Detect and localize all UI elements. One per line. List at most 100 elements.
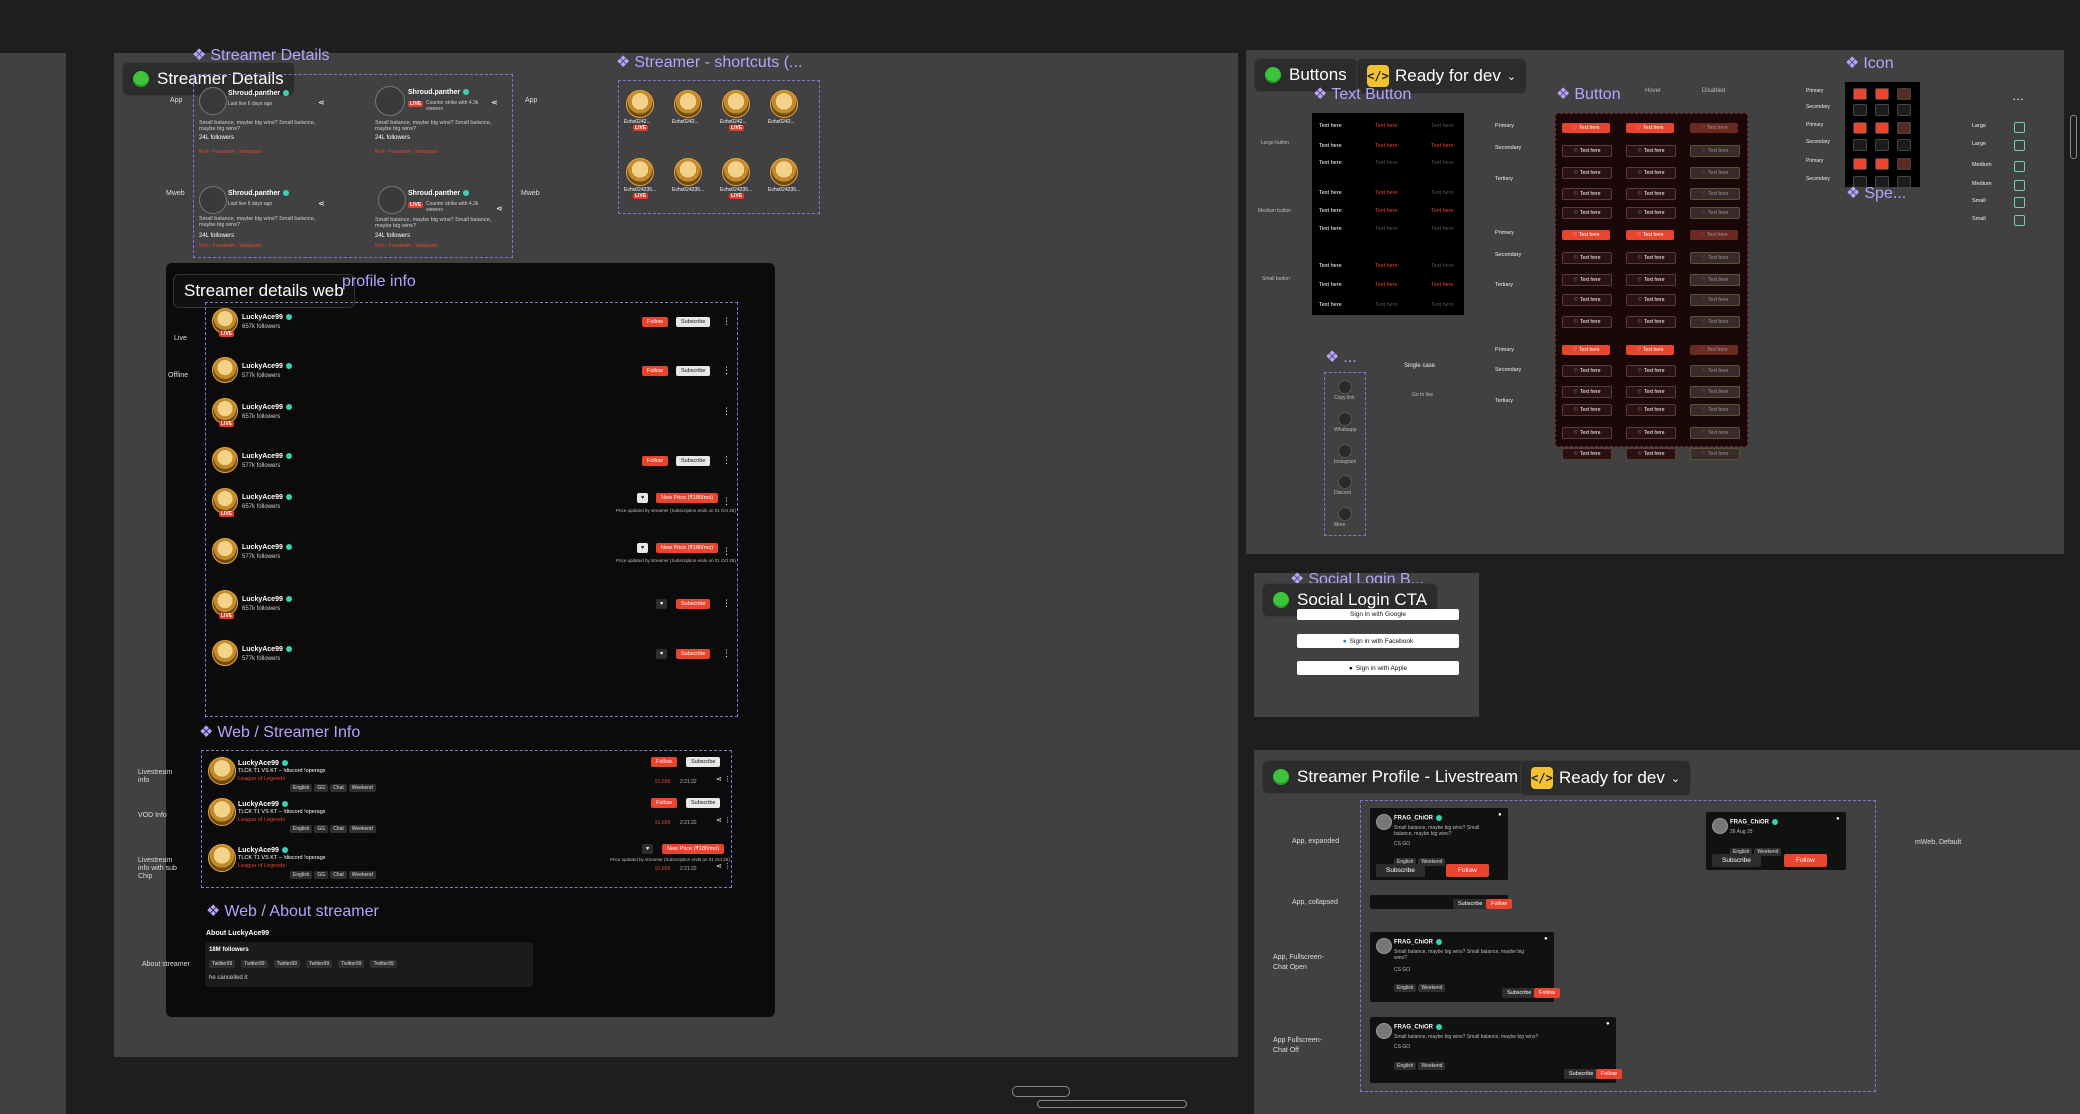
text-button[interactable]: Text here [1375, 143, 1398, 149]
more-options-icon[interactable]: ⋮ [722, 497, 731, 506]
text-button[interactable]: Text here [1375, 190, 1398, 196]
close-icon[interactable]: ● [1836, 816, 1840, 822]
text-button[interactable]: Text here [1319, 208, 1342, 214]
avatar[interactable] [208, 798, 236, 826]
button-variant[interactable]: ♡ Text here [1562, 386, 1612, 398]
horizontal-scrollbar[interactable] [1012, 1086, 1070, 1097]
heart-button[interactable]: ♥ [637, 543, 649, 553]
heart-icon-button[interactable] [1853, 139, 1867, 151]
button-variant[interactable]: ♡ Text here [1562, 230, 1610, 240]
share-copy-link-icon[interactable] [1338, 380, 1352, 394]
more-options-icon[interactable]: ⋮ [722, 456, 731, 465]
follow-button[interactable]: Follow [651, 798, 677, 808]
speaker-icon[interactable] [2014, 161, 2025, 172]
avatar[interactable] [199, 186, 227, 214]
sign-in-google-button[interactable]: Sign in with Google [1297, 609, 1459, 620]
shortcut-avatar[interactable] [722, 158, 750, 186]
button-variant[interactable]: ♡ Text here [1562, 448, 1612, 460]
new-price-button[interactable]: New Price (₹180/mo) [656, 493, 719, 503]
heart-icon-button[interactable] [1853, 122, 1867, 134]
speaker-icon[interactable] [2014, 122, 2025, 133]
text-button[interactable]: Text here [1319, 226, 1342, 232]
subscribe-button[interactable]: Subscribe [1502, 988, 1537, 998]
subscribe-button[interactable]: Subscribe [686, 757, 721, 767]
social-link[interactable]: Twitter99 [209, 960, 236, 968]
avatar[interactable] [1712, 818, 1728, 834]
heart-icon-button[interactable] [1875, 104, 1889, 116]
heart-icon-button[interactable] [1853, 158, 1867, 170]
button-variant[interactable]: ♡ Text here [1562, 274, 1612, 286]
follow-button[interactable]: Follow [1534, 988, 1560, 998]
button-variant[interactable]: ♡ Text here [1626, 207, 1676, 219]
new-price-button[interactable]: New Price (₹180/mo) [656, 543, 719, 553]
subscribe-button[interactable]: Subscribe [686, 798, 721, 808]
button-variant[interactable]: ♡ Text here [1562, 188, 1612, 200]
share-instagram-icon[interactable] [1338, 444, 1352, 458]
button-variant[interactable]: ♡ Text here [1626, 252, 1676, 264]
more-options-icon[interactable]: ⋮ [724, 776, 731, 783]
heart-icon-button[interactable] [1875, 88, 1889, 100]
text-button[interactable]: Text here [1375, 263, 1398, 269]
shortcut-avatar[interactable] [770, 158, 798, 186]
button-variant[interactable]: ♡ Text here [1626, 145, 1676, 157]
subscribe-button[interactable]: Subscribe [1564, 1069, 1599, 1079]
avatar[interactable] [199, 87, 227, 115]
text-button[interactable]: Text here [1319, 123, 1342, 129]
button-variant[interactable]: ♡ Text here [1626, 427, 1676, 439]
follow-button[interactable]: Follow [1486, 899, 1512, 909]
share-more-icon[interactable] [1338, 507, 1352, 521]
share-icon[interactable]: ⋖ [496, 205, 503, 213]
speaker-icon[interactable] [2014, 197, 2025, 208]
social-link[interactable]: Twitter99 [241, 960, 268, 968]
shortcut-avatar[interactable] [722, 90, 750, 118]
button-variant[interactable]: ♡ Text here [1626, 230, 1674, 240]
text-button[interactable]: Text here [1375, 208, 1398, 214]
text-button[interactable]: Text here [1319, 282, 1342, 288]
subscribe-button[interactable]: Subscribe [676, 456, 711, 466]
button-variant[interactable]: ♡ Text here [1562, 145, 1612, 157]
horizontal-scrollbar-track[interactable] [1037, 1100, 1187, 1108]
heart-button[interactable]: ♥ [656, 649, 668, 659]
close-icon[interactable]: ● [1498, 812, 1502, 818]
shortcut-avatar[interactable] [770, 90, 798, 118]
button-variant[interactable]: ♡ Text here [1562, 207, 1612, 219]
text-button[interactable]: Text here [1375, 282, 1398, 288]
button-variant[interactable]: ♡ Text here [1626, 188, 1676, 200]
sign-in-apple-button[interactable]: ● Sign in with Apple [1297, 661, 1459, 675]
heart-icon-button[interactable] [1875, 158, 1889, 170]
subscribe-button[interactable]: Subscribe [1453, 899, 1488, 909]
shortcut-avatar[interactable] [626, 158, 654, 186]
avatar[interactable] [212, 447, 238, 473]
button-variant[interactable]: ♡ Text here [1562, 123, 1610, 133]
avatar[interactable] [208, 757, 236, 785]
button-variant[interactable]: ♡ Text here [1562, 365, 1612, 377]
more-options-icon[interactable]: ⋮ [722, 649, 731, 658]
speaker-icon[interactable] [2014, 140, 2025, 151]
subscribe-button[interactable]: Subscribe [676, 317, 711, 327]
heart-button[interactable]: ♥ [642, 844, 654, 854]
more-options-icon[interactable]: ⋮ [724, 817, 731, 824]
button-variant[interactable]: ♡ Text here [1562, 252, 1612, 264]
text-button[interactable]: Text here [1319, 143, 1342, 149]
follow-button[interactable]: Follow [1596, 1069, 1622, 1079]
speaker-icon[interactable] [2014, 180, 2025, 191]
sign-in-facebook-button[interactable]: ● Sign in with Facebook [1297, 634, 1459, 648]
avatar[interactable] [212, 640, 238, 666]
share-icon[interactable]: ⋖ [318, 99, 325, 107]
shortcut-avatar[interactable] [674, 90, 702, 118]
more-options-icon[interactable]: ⋮ [722, 407, 731, 416]
social-link[interactable]: Twitter99 [305, 960, 333, 968]
avatar[interactable] [375, 86, 405, 116]
button-variant[interactable]: ♡ Text here [1562, 167, 1612, 179]
share-icon[interactable]: ⋖ [716, 776, 722, 783]
shortcut-avatar[interactable] [674, 158, 702, 186]
speaker-icon[interactable] [2014, 215, 2025, 226]
heart-icon-button[interactable] [1875, 122, 1889, 134]
button-variant[interactable]: ♡ Text here [1626, 167, 1676, 179]
button-variant[interactable]: ♡ Text here [1562, 316, 1612, 328]
button-variant[interactable]: ♡ Text here [1626, 404, 1676, 416]
button-variant[interactable]: ♡ Text here [1562, 404, 1612, 416]
share-icon[interactable]: ⋖ [716, 863, 722, 870]
button-variant[interactable]: ♡ Text here [1562, 345, 1610, 355]
avatar[interactable] [378, 186, 406, 214]
